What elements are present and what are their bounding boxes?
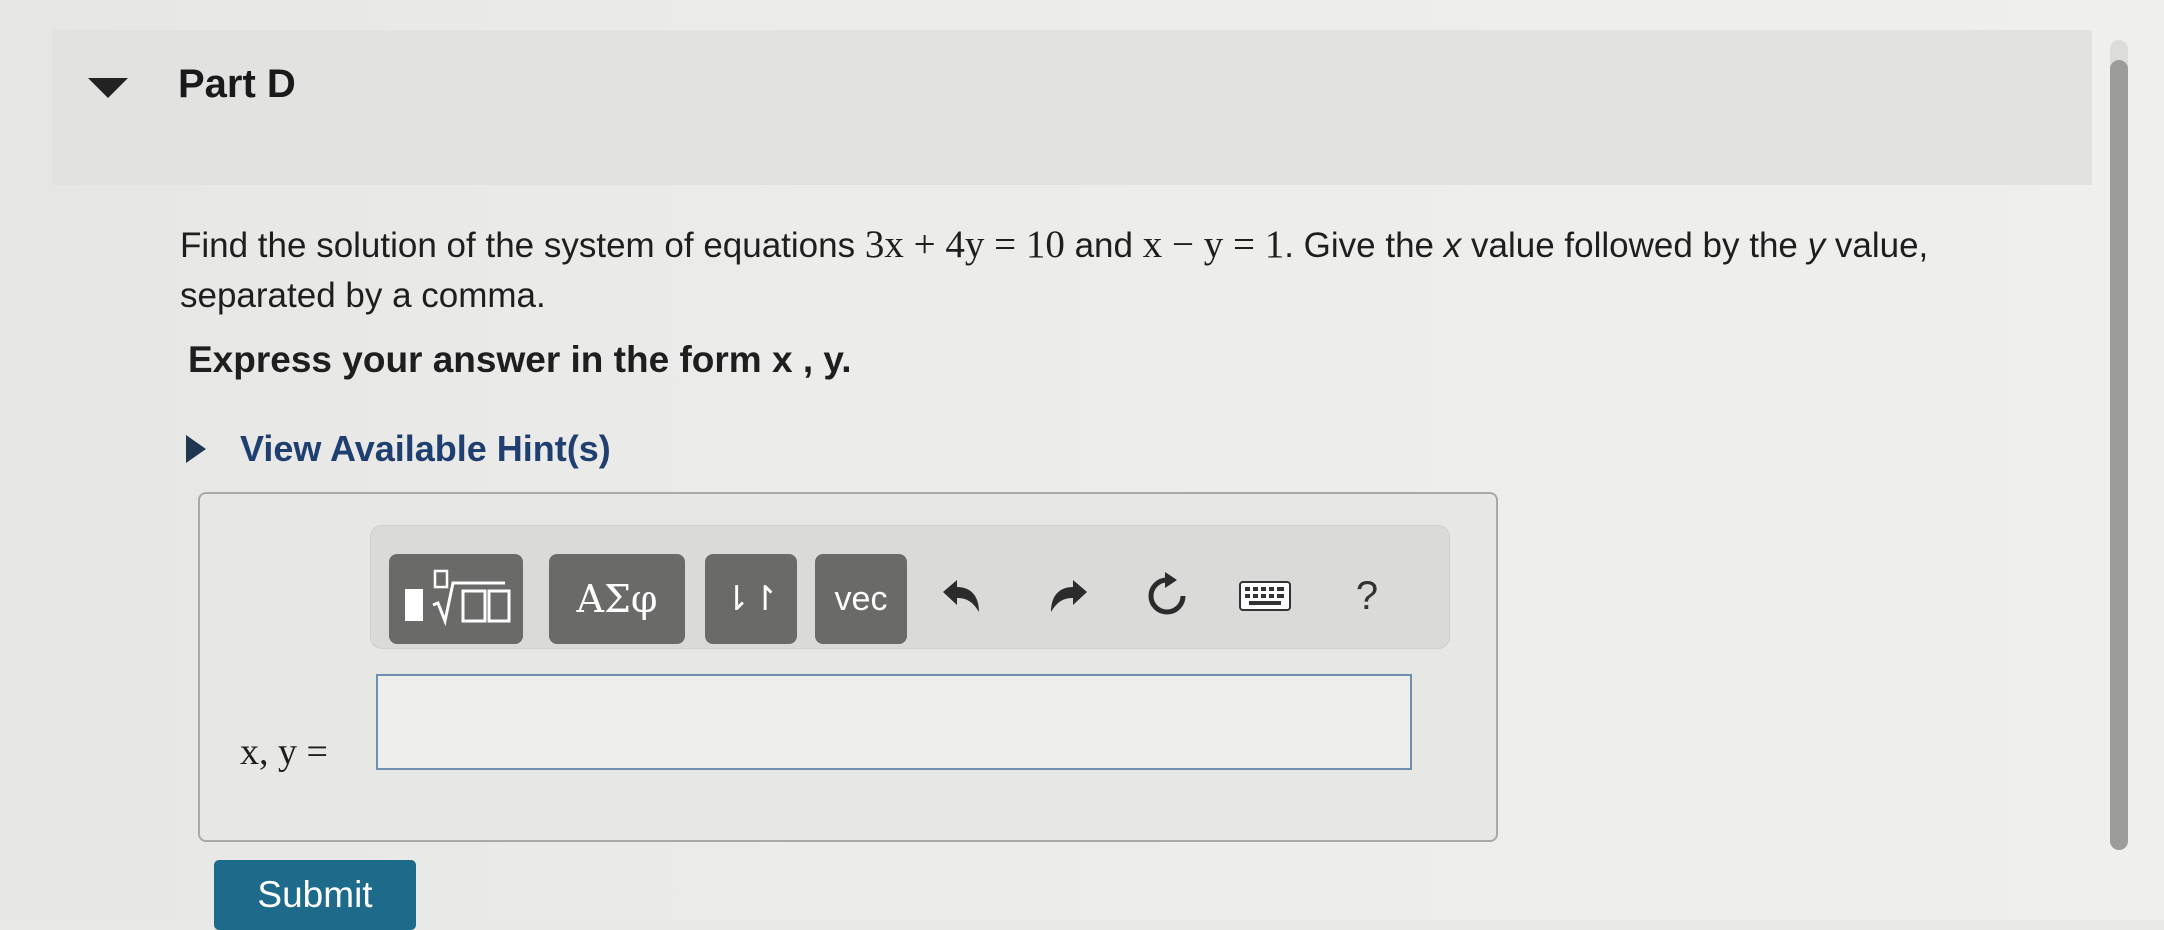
vector-button[interactable]: vec — [815, 554, 907, 644]
arrows-button[interactable]: ⇂↾ — [705, 554, 797, 644]
question-text: Find the solution of the system of equat… — [180, 220, 2080, 321]
question-text-3: value followed by the — [1471, 226, 1798, 265]
variable-y: y — [1807, 226, 1826, 265]
help-button[interactable]: ? — [1337, 566, 1397, 626]
part-title: Part D — [178, 62, 296, 106]
question-text-2: . Give the — [1284, 226, 1435, 265]
equation-1: 3x + 4y = 10 — [864, 223, 1065, 266]
question-text-4: value, — [1834, 226, 1929, 265]
answer-label: x, y = — [240, 731, 328, 773]
answer-format-instruction: Express your answer in the form x , y. — [188, 339, 852, 380]
redo-icon[interactable] — [1039, 566, 1099, 626]
undo-icon[interactable] — [931, 566, 991, 626]
page-background: Part D Find the solution of the system o… — [0, 0, 2164, 930]
reset-icon[interactable] — [1137, 566, 1197, 626]
equation-2: x − y = 1 — [1142, 223, 1285, 266]
scrollbar-thumb[interactable] — [2110, 60, 2128, 850]
caret-right-icon — [186, 435, 206, 463]
templates-button[interactable] — [389, 554, 523, 644]
question-text-5: separated by a comma. — [180, 276, 546, 315]
caret-down-icon[interactable] — [88, 78, 128, 98]
templates-icon — [405, 569, 511, 627]
question-and: and — [1074, 226, 1133, 265]
view-hints-link[interactable]: View Available Hint(s) — [186, 428, 611, 470]
variable-x: x — [1443, 226, 1462, 265]
math-toolbar: ΑΣφ ⇂↾ vec ? — [370, 525, 1450, 649]
greek-symbols-button[interactable]: ΑΣφ — [549, 554, 685, 644]
part-header — [52, 30, 2092, 185]
hint-label: View Available Hint(s) — [240, 428, 611, 469]
answer-input[interactable] — [376, 674, 1412, 770]
keyboard-icon[interactable] — [1235, 566, 1295, 626]
question-text-1: Find the solution of the system of equat… — [180, 226, 856, 265]
